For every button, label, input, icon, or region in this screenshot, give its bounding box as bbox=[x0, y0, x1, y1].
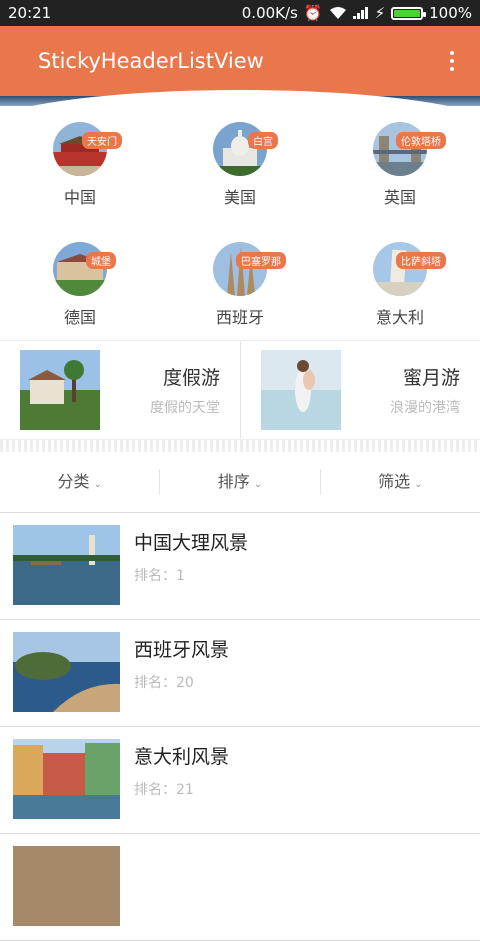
status-bar: 20:21 0.00K/s ⏰ ⚡ 100% bbox=[0, 0, 480, 26]
filter-label: 排序 bbox=[217, 472, 250, 491]
promo-image bbox=[20, 350, 100, 430]
list-item-rank: 排名：21 bbox=[134, 782, 194, 798]
country-badge: 巴塞罗那 bbox=[236, 252, 286, 269]
app-bar: StickyHeaderListView bbox=[0, 26, 480, 96]
list-item-image bbox=[13, 632, 120, 712]
list-item-rank: 排名：1 bbox=[134, 568, 185, 584]
filter-category-button[interactable]: 分类 ⌄ bbox=[0, 469, 159, 495]
list-item[interactable]: 西班牙风景 排名：20 bbox=[0, 620, 480, 727]
country-item-spain[interactable]: 巴塞罗那 西班牙 bbox=[160, 242, 320, 342]
promo-section: 度假游 度假的天堂 蜜月游 浪漫的港湾 bbox=[0, 340, 480, 440]
country-label: 意大利 bbox=[375, 308, 424, 327]
promo-subtitle: 浪漫的港湾 bbox=[390, 400, 460, 416]
country-avatar bbox=[53, 122, 107, 176]
list-item[interactable]: 中国大理风景 排名：1 bbox=[0, 513, 480, 620]
country-avatar bbox=[373, 242, 427, 296]
list-item-image bbox=[13, 525, 120, 605]
country-label: 西班牙 bbox=[215, 308, 264, 327]
country-avatar bbox=[213, 122, 267, 176]
list-item-title: 西班牙风景 bbox=[134, 639, 230, 661]
filter-screen-button[interactable]: 筛选 ⌄ bbox=[319, 469, 480, 495]
country-avatar bbox=[213, 242, 267, 296]
country-item-china[interactable]: 天安门 中国 bbox=[0, 122, 160, 222]
list-item-image bbox=[13, 739, 120, 819]
promo-card-honeymoon[interactable]: 蜜月游 浪漫的港湾 bbox=[240, 341, 480, 439]
chevron-down-icon: ⌄ bbox=[253, 479, 263, 490]
battery-level: 100% bbox=[429, 4, 472, 22]
country-item-uk[interactable]: 伦敦塔桥 英国 bbox=[320, 122, 480, 222]
country-badge: 伦敦塔桥 bbox=[396, 132, 446, 149]
promo-subtitle: 度假的天堂 bbox=[150, 400, 220, 416]
chevron-down-icon: ⌄ bbox=[93, 479, 102, 490]
status-icons: 0.00K/s ⏰ ⚡ 100% bbox=[242, 4, 472, 22]
country-avatar bbox=[53, 242, 107, 296]
filter-label: 分类 bbox=[57, 472, 90, 491]
promo-image bbox=[261, 350, 341, 430]
country-label: 中国 bbox=[63, 188, 96, 207]
country-item-italy[interactable]: 比萨斜塔 意大利 bbox=[320, 242, 480, 342]
country-label: 德国 bbox=[63, 308, 96, 327]
country-avatar bbox=[373, 122, 427, 176]
country-item-germany[interactable]: 城堡 德国 bbox=[0, 242, 160, 342]
country-label: 英国 bbox=[383, 188, 416, 207]
status-time: 20:21 bbox=[8, 4, 52, 22]
promo-title: 度假游 bbox=[162, 367, 220, 389]
filter-sort-button[interactable]: 排序 ⌄ bbox=[159, 469, 319, 495]
app-title: StickyHeaderListView bbox=[38, 49, 264, 73]
network-speed: 0.00K/s bbox=[241, 4, 298, 22]
country-badge: 天安门 bbox=[82, 132, 122, 149]
list-item-image bbox=[13, 846, 120, 926]
battery-icon bbox=[391, 6, 427, 20]
country-item-usa[interactable]: 白宫 美国 bbox=[160, 122, 320, 222]
overflow-menu-icon[interactable] bbox=[450, 51, 454, 71]
list-item-title: 意大利风景 bbox=[134, 746, 230, 768]
chevron-down-icon: ⌄ bbox=[414, 479, 423, 490]
promo-title: 蜜月游 bbox=[402, 367, 460, 389]
country-badge: 比萨斜塔 bbox=[396, 252, 446, 269]
charging-icon: ⚡ bbox=[374, 4, 386, 22]
filter-bar: 分类 ⌄ 排序 ⌄ 筛选 ⌄ bbox=[0, 452, 480, 513]
wifi-icon bbox=[329, 7, 346, 19]
list-item-rank: 排名：20 bbox=[134, 675, 194, 691]
list-item[interactable]: 意大利风景 排名：21 bbox=[0, 727, 480, 834]
country-label: 美国 bbox=[223, 188, 256, 207]
list-item-title: 中国大理风景 bbox=[134, 532, 249, 554]
scenery-list: 中国大理风景 排名：1 西班牙风景 排名：20 意大利风景 排名：21 bbox=[0, 513, 480, 941]
alarm-icon: ⏰ bbox=[303, 4, 323, 22]
country-badge: 白宫 bbox=[248, 132, 278, 149]
promo-card-vacation[interactable]: 度假游 度假的天堂 bbox=[0, 341, 240, 439]
filter-label: 筛选 bbox=[378, 472, 411, 491]
country-badge: 城堡 bbox=[86, 252, 116, 269]
signal-icon bbox=[352, 7, 368, 19]
list-item-partial[interactable] bbox=[0, 834, 480, 941]
divider bbox=[0, 440, 480, 452]
